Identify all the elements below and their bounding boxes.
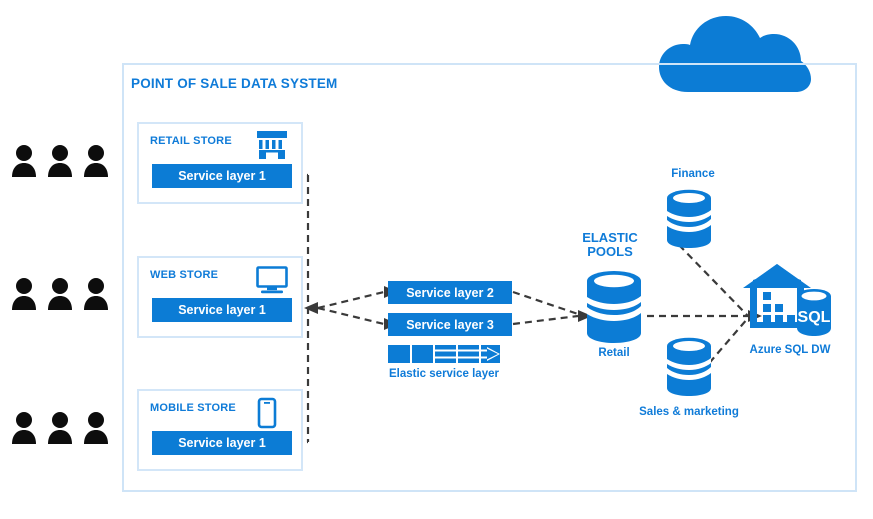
finance-db-label: Finance [671, 168, 715, 180]
retail-service-layer-chip[interactable]: Service layer 1 [152, 164, 292, 188]
database-cylinder-icon-sales[interactable] [665, 336, 713, 398]
elastic-pools-heading: ELASTIC POOLS [570, 231, 650, 259]
data-warehouse-icon[interactable]: SQL [741, 262, 833, 340]
mobile-service-layer-chip[interactable]: Service layer 1 [152, 431, 292, 455]
mobile-phone-icon [257, 397, 277, 429]
diagram-canvas: POINT OF SALE DATA SYSTEM RETAIL STORE S… [0, 0, 873, 519]
mobile-store-card[interactable]: MOBILE STORE Service layer 1 [137, 389, 303, 471]
shop-icon [255, 129, 289, 161]
service-layer-2-chip[interactable]: Service layer 2 [388, 281, 512, 304]
sales-marketing-db-label: Sales & marketing [639, 406, 739, 418]
elastic-pools-heading-line1: ELASTIC [582, 230, 638, 245]
retail-store-label: RETAIL STORE [150, 135, 232, 147]
elastic-pools-heading-line2: POOLS [587, 244, 633, 259]
elastic-service-layer-label: Elastic service layer [389, 368, 499, 380]
mobile-store-label: MOBILE STORE [150, 402, 236, 414]
client-group-mobile [10, 410, 110, 446]
web-store-card[interactable]: WEB STORE Service layer 1 [137, 256, 303, 338]
elastic-scale-arrow-icon [388, 345, 500, 363]
client-group-retail [10, 143, 110, 179]
retail-store-card[interactable]: RETAIL STORE Service layer 1 [137, 122, 303, 204]
azure-sql-dw-label: Azure SQL DW [749, 344, 831, 356]
web-store-label: WEB STORE [150, 269, 219, 281]
web-service-layer-chip[interactable]: Service layer 1 [152, 298, 292, 322]
service-layer-3-chip[interactable]: Service layer 3 [388, 313, 512, 336]
retail-db-label: Retail [598, 347, 630, 359]
client-group-web [10, 276, 110, 312]
sql-badge-text: SQL [798, 309, 831, 326]
database-cylinder-icon-finance[interactable] [665, 188, 713, 250]
page-title: POINT OF SALE DATA SYSTEM [131, 76, 338, 91]
desktop-monitor-icon [255, 265, 289, 295]
database-cylinder-icon-retail[interactable] [585, 269, 643, 345]
